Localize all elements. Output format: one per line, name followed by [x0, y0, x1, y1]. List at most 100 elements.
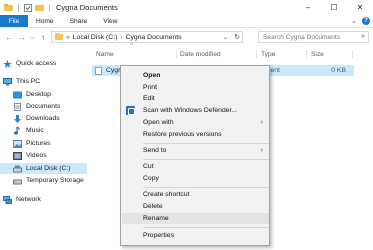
- title-bar: Cygna Documents – ☐ ✕: [0, 0, 373, 15]
- downloads-icon: [13, 114, 22, 123]
- maximize-button[interactable]: ☐: [321, 0, 347, 15]
- menu-item-label: Print: [143, 84, 157, 91]
- menu-item-label: Edit: [143, 95, 155, 102]
- sidebar-item-label: This PC: [16, 78, 41, 85]
- star-icon: [3, 59, 12, 68]
- column-divider[interactable]: [256, 50, 257, 58]
- menu-item-restore-versions[interactable]: Restore previous versions: [122, 129, 269, 140]
- menu-item-label: Restore previous versions: [143, 131, 222, 138]
- navigation-pane: Quick access This PC Desktop Documents D…: [0, 46, 87, 250]
- menu-item-label: Open with: [143, 119, 174, 126]
- column-header-name[interactable]: Name: [96, 48, 114, 60]
- sidebar-item-label: Downloads: [26, 115, 60, 122]
- menu-item-send-to[interactable]: Send to ›: [122, 145, 269, 156]
- drive-icon: [13, 177, 22, 185]
- pictures-icon: [13, 139, 22, 148]
- sidebar-item-videos[interactable]: Videos: [13, 150, 47, 161]
- desktop-icon: [13, 91, 22, 99]
- tab-file[interactable]: File: [0, 15, 28, 27]
- sidebar-item-network[interactable]: Network: [3, 194, 41, 205]
- back-button[interactable]: ←: [4, 33, 14, 42]
- context-menu: Open Print Edit Scan with Windows Defend…: [120, 65, 270, 246]
- drive-icon: [13, 165, 22, 173]
- minimize-button[interactable]: –: [295, 0, 321, 15]
- tab-share[interactable]: Share: [62, 15, 96, 27]
- sidebar-item-label: Temporary Storage: [26, 177, 84, 184]
- tab-home[interactable]: Home: [28, 15, 62, 27]
- sort-indicator: ^: [130, 43, 133, 49]
- column-header-size[interactable]: Size: [311, 48, 324, 60]
- sidebar-item-temporary-storage[interactable]: Temporary Storage: [13, 175, 84, 186]
- address-dropdown-icon[interactable]: ⌄: [223, 32, 228, 42]
- breadcrumb-separator: ›: [120, 33, 123, 41]
- navigation-bar: ← → ⌄ ↑ « Local Disk (C:) › Cygna Docume…: [0, 28, 373, 46]
- menu-item-rename[interactable]: Rename: [122, 213, 269, 224]
- search-placeholder: Search Cygna Documents: [263, 33, 340, 41]
- recent-locations-button[interactable]: ⌄: [27, 34, 37, 41]
- column-header-date[interactable]: Date modified: [180, 48, 221, 60]
- close-button[interactable]: ✕: [347, 0, 373, 15]
- sidebar-item-label: Quick access: [16, 60, 57, 67]
- up-button[interactable]: ↑: [38, 33, 48, 42]
- title-divider: [18, 3, 19, 12]
- sidebar-item-local-disk[interactable]: Local Disk (C:): [0, 163, 87, 174]
- sidebar-item-documents[interactable]: Documents: [13, 101, 60, 112]
- sidebar-item-downloads[interactable]: Downloads: [13, 113, 60, 124]
- column-header-type[interactable]: Type: [261, 48, 275, 60]
- sidebar-item-label: Music: [26, 127, 44, 134]
- ribbon-tabs: File Home Share View ⌄ ?: [0, 15, 373, 28]
- sidebar-item-label: Videos: [26, 152, 47, 159]
- menu-separator: [143, 159, 269, 160]
- menu-separator: [143, 227, 269, 228]
- menu-item-label: Scan with Windows Defender...: [143, 107, 238, 114]
- menu-item-scan-defender[interactable]: Scan with Windows Defender...: [122, 105, 269, 116]
- sidebar-item-desktop[interactable]: Desktop: [13, 89, 51, 100]
- address-bar[interactable]: « Local Disk (C:) › Cygna Documents ⌄ ↻: [51, 31, 243, 43]
- network-icon: [3, 195, 12, 204]
- menu-item-open-with[interactable]: Open with ›: [122, 117, 269, 128]
- properties-quick-icon[interactable]: [24, 3, 32, 12]
- menu-item-create-shortcut[interactable]: Create shortcut: [122, 189, 269, 200]
- menu-item-label: Copy: [143, 175, 159, 182]
- menu-item-cut[interactable]: Cut: [122, 161, 269, 172]
- window-title: Cygna Documents: [56, 3, 118, 12]
- menu-item-edit[interactable]: Edit: [122, 93, 269, 104]
- sidebar-item-music[interactable]: Music: [13, 125, 44, 136]
- new-folder-quick-icon[interactable]: [35, 4, 44, 11]
- menu-separator: [143, 187, 269, 188]
- menu-item-copy[interactable]: Copy: [122, 173, 269, 184]
- file-size: 0 KB: [331, 67, 346, 74]
- menu-item-open[interactable]: Open: [122, 70, 269, 81]
- help-icon[interactable]: ?: [362, 17, 370, 25]
- menu-item-label: Create shortcut: [143, 191, 190, 198]
- sidebar-item-label: Documents: [26, 103, 61, 110]
- tab-view[interactable]: View: [95, 15, 125, 27]
- videos-icon: [13, 151, 22, 160]
- menu-item-delete[interactable]: Delete: [122, 201, 269, 212]
- column-divider[interactable]: [306, 50, 307, 58]
- menu-item-print[interactable]: Print: [122, 82, 269, 93]
- sidebar-item-pictures[interactable]: Pictures: [13, 138, 51, 149]
- sidebar-item-label: Desktop: [26, 91, 51, 98]
- sidebar-item-label: Local Disk (C:): [26, 165, 71, 172]
- menu-item-label: Delete: [143, 203, 163, 210]
- address-overflow[interactable]: «: [66, 34, 70, 41]
- menu-separator: [143, 143, 269, 144]
- sidebar-item-this-pc[interactable]: This PC: [3, 76, 40, 87]
- breadcrumb-cygna-documents[interactable]: Cygna Documents: [126, 34, 182, 41]
- column-divider[interactable]: [352, 50, 353, 58]
- chevron-down-icon[interactable]: ⌄: [351, 17, 357, 25]
- column-divider[interactable]: [176, 50, 177, 58]
- search-icon[interactable]: ⌕: [361, 33, 365, 41]
- breadcrumb-local-disk[interactable]: Local Disk (C:): [73, 34, 118, 41]
- document-file-icon: [95, 67, 102, 75]
- search-input[interactable]: Search Cygna Documents ⌕: [258, 31, 369, 43]
- menu-item-properties[interactable]: Properties: [122, 230, 269, 241]
- sidebar-item-quick-access[interactable]: Quick access: [3, 58, 56, 69]
- sidebar-item-label: Pictures: [26, 140, 51, 147]
- refresh-icon[interactable]: ↻: [234, 32, 240, 42]
- pc-icon: [3, 77, 12, 86]
- forward-button[interactable]: →: [17, 33, 27, 42]
- defender-icon: [126, 106, 135, 115]
- documents-icon: [13, 102, 22, 111]
